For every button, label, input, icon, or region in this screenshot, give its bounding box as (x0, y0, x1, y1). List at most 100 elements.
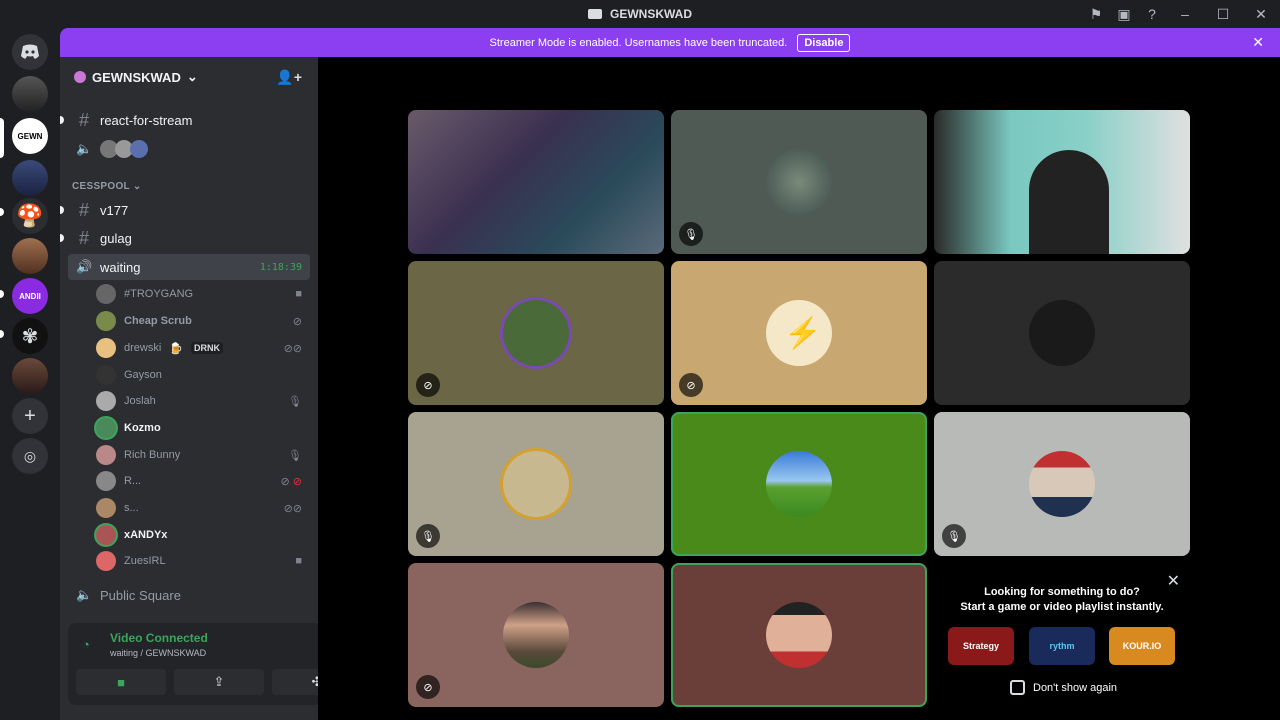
video-tile-speaking[interactable] (671, 412, 927, 556)
video-tile-user[interactable] (934, 261, 1190, 405)
video-tile-user[interactable]: ⊘ (408, 261, 664, 405)
voice-user[interactable]: s... ⊘⊘ (96, 496, 310, 520)
server-icon-andii[interactable]: ANDII (12, 278, 48, 314)
video-grid: 🎙 ⊘ ⚡ ⊘ 🎙 🎙 ⊘ ✕ Looking for something to… (318, 57, 1280, 720)
chevron-down-icon: ⌄ (186, 69, 198, 84)
selected-server-pill (0, 118, 4, 158)
avatar (96, 338, 116, 358)
window-title-text: GEWNSKWAD (610, 7, 692, 21)
avatar (96, 471, 116, 491)
avatar (766, 149, 832, 215)
camera-button[interactable]: ■ (76, 669, 166, 695)
minimize-button[interactable]: – (1166, 0, 1204, 28)
video-tile-camera-person[interactable] (934, 110, 1190, 254)
deafened-icon: ⊘⊘ (283, 502, 302, 515)
discord-logo-icon (21, 44, 39, 59)
invite-people-icon[interactable]: 👤+ (276, 69, 302, 86)
voice-user[interactable]: Joslah 🎙 (96, 389, 310, 413)
server-icon-car[interactable] (12, 76, 48, 112)
server-icon-dark[interactable]: ✾ (12, 318, 48, 354)
avatar (503, 602, 569, 668)
dont-show-again-checkbox[interactable]: Don't show again (1010, 680, 1117, 695)
text-channel-icon: # (78, 227, 89, 248)
avatar (1029, 451, 1095, 517)
help-icon[interactable]: ? (1138, 0, 1166, 28)
video-tile-user[interactable]: ⚡ ⊘ (671, 261, 927, 405)
video-tile-user[interactable]: 🎙 (671, 110, 927, 254)
voice-user[interactable]: drewski 🍺 DRNK ⊘⊘ (96, 336, 310, 360)
flag-icon[interactable]: ⚑ (1082, 0, 1110, 28)
avatar (96, 391, 116, 411)
inbox-icon[interactable]: ▣ (1110, 0, 1138, 28)
beer-emoji-icon: 🍺 (169, 342, 183, 355)
server-list: GEWN 🍄 ANDII ✾ + ◎ (0, 28, 60, 720)
server-header[interactable]: GEWNSKWAD ⌄ 👤+ (60, 57, 318, 97)
channel-label: waiting (100, 259, 141, 275)
close-window-button[interactable]: ✕ (1242, 0, 1280, 28)
activity-strategy[interactable]: Strategy (948, 627, 1014, 665)
channel-public-square[interactable]: 🔈 Public Square (68, 582, 310, 608)
close-banner-icon[interactable]: ✕ (1252, 34, 1264, 51)
server-icon-car-night[interactable] (12, 160, 48, 196)
disable-streamer-button[interactable]: Disable (797, 33, 851, 52)
server-muted-icon: 🎙 (942, 524, 966, 548)
video-tile-user[interactable]: ⊘ (408, 563, 664, 707)
voice-user[interactable]: Rich Bunny 🎙 (96, 443, 310, 467)
promo-line-1: Looking for something to do? (984, 586, 1140, 598)
video-tile-user[interactable]: 🎙 (408, 412, 664, 556)
server-logo-icon (588, 9, 602, 19)
add-server-button[interactable]: + (12, 398, 48, 434)
avatar (96, 445, 116, 465)
voice-user[interactable]: ZuesIRL ■ (96, 549, 310, 573)
voice-user-name: Cheap Scrub (124, 315, 192, 327)
channel-react-for-stream[interactable]: # react-for-stream (68, 107, 310, 133)
speaker-icon: 🔈 (76, 141, 93, 156)
voice-channel-collapsed[interactable]: 🔈 (68, 136, 310, 162)
voice-user[interactable]: Gayson (96, 363, 310, 387)
voice-user[interactable]: Cheap Scrub ⊘ (96, 309, 310, 333)
channel-gulag[interactable]: # gulag (68, 225, 310, 251)
activity-rythm[interactable]: rythm (1029, 627, 1095, 665)
explore-servers-icon[interactable]: ◎ (12, 438, 48, 474)
maximize-button[interactable]: ☐ (1204, 0, 1242, 28)
avatar (96, 525, 116, 545)
avatar (96, 498, 116, 518)
video-tile-user[interactable]: 🎙 (934, 412, 1190, 556)
screen-share-button[interactable]: ⇪ (174, 669, 264, 695)
discord-app: GEWNSKWAD ⚑ ▣ ? – ☐ ✕ GEWN 🍄 ANDII ✾ + ◎… (0, 0, 1280, 720)
promo-title: Looking for something to do? Start a gam… (934, 585, 1190, 615)
channel-label: v177 (100, 202, 129, 218)
video-tile-speaking[interactable] (671, 563, 927, 707)
streamer-mode-banner: Streamer Mode is enabled. Usernames have… (60, 28, 1280, 57)
activity-promo: ✕ Looking for something to do? Start a g… (934, 563, 1190, 708)
server-icon-gewnskwad[interactable]: GEWN (12, 118, 48, 154)
discord-home-button[interactable] (12, 34, 48, 70)
server-icon-face[interactable] (12, 238, 48, 274)
voice-user[interactable]: #TROYGANG ■ (96, 282, 310, 306)
channel-v177[interactable]: # v177 (68, 197, 310, 223)
voice-user-speaking[interactable]: xANDYx (96, 523, 310, 547)
speaker-icon: 🔈 (76, 587, 93, 602)
server-name: GEWNSKWAD (92, 69, 181, 85)
server-icon-mushroom[interactable]: 🍄 (12, 198, 48, 234)
avatar (96, 311, 116, 331)
category-cesspool[interactable]: CESSPOOL ⌄ (72, 181, 142, 192)
promo-line-2: Start a game or video playlist instantly… (960, 601, 1164, 613)
voice-user-speaking[interactable]: Kozmo (96, 416, 310, 440)
activities-button[interactable]: ✣ (272, 669, 318, 695)
voice-location[interactable]: waiting / GEWNSKWAD (110, 648, 206, 658)
voice-user[interactable]: R... ⊘ ⊘ (96, 469, 310, 493)
server-muted-icon: 🎙 (288, 395, 302, 408)
avatar (96, 365, 116, 385)
clan-tag: DRNK (191, 342, 223, 354)
server-icon-photo[interactable] (12, 358, 48, 394)
checkbox-box[interactable] (1010, 680, 1025, 695)
channel-waiting[interactable]: 🔊 waiting 1:18:39 (68, 254, 310, 280)
video-tile-camera-room[interactable] (408, 110, 664, 254)
channel-sidebar: GEWNSKWAD ⌄ 👤+ # react-for-stream 🔈 CESS… (60, 57, 318, 720)
muted-mic-icon: ⊘ (416, 373, 440, 397)
voice-user-name: s... (124, 502, 139, 514)
voice-user-name: ZuesIRL (124, 555, 166, 567)
activity-kour[interactable]: KOUR.IO (1109, 627, 1175, 665)
window-title: GEWNSKWAD (588, 7, 692, 21)
